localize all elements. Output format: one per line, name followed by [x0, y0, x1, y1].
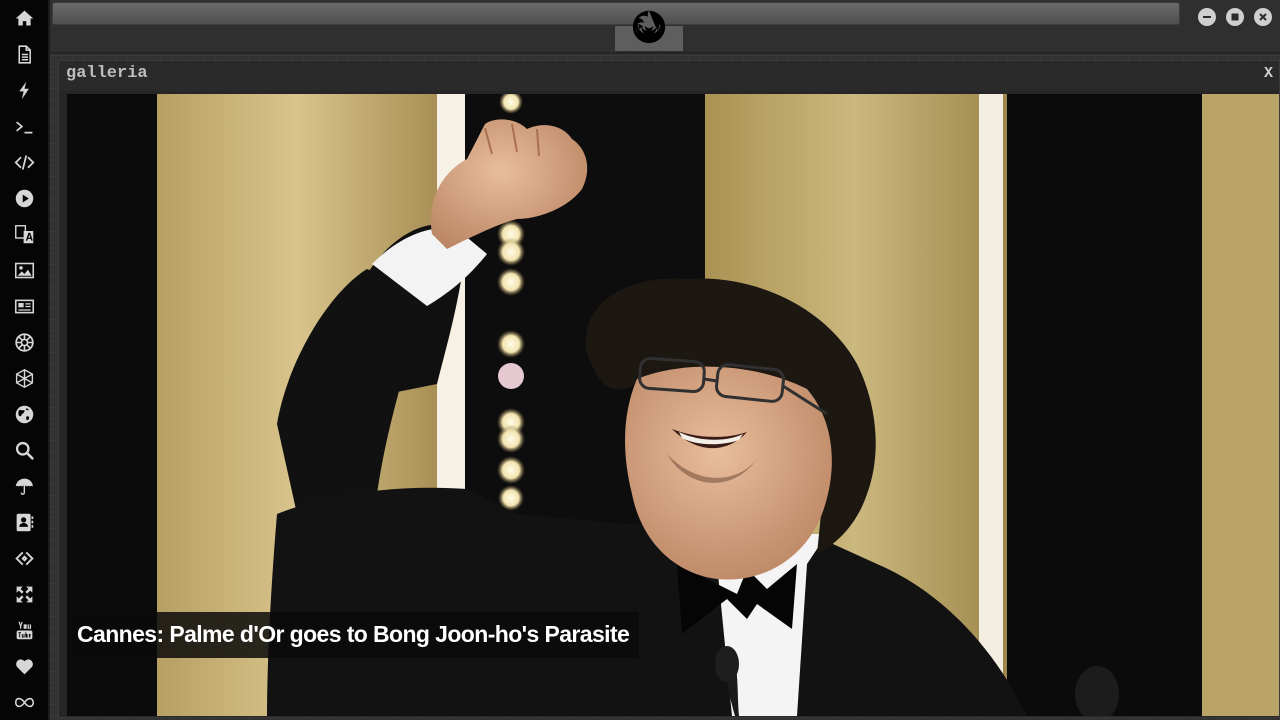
umbrella-icon — [15, 478, 33, 495]
close-button[interactable] — [1254, 8, 1272, 26]
close-icon — [1259, 13, 1267, 21]
sidebar-item-umbrella[interactable] — [0, 469, 48, 503]
infinity-icon — [14, 697, 34, 707]
document-icon — [17, 44, 31, 64]
image-icon — [14, 262, 34, 278]
translate-icon — [14, 224, 33, 243]
minimize-button[interactable] — [1198, 8, 1216, 26]
address-bar[interactable] — [52, 2, 1180, 25]
fullscreen-icon — [16, 586, 32, 602]
minimize-icon — [1203, 16, 1211, 18]
terminal-icon — [15, 120, 32, 133]
maximize-icon — [1231, 13, 1239, 21]
sidebar-item-news[interactable] — [0, 289, 48, 323]
sidebar-item-network[interactable] — [0, 361, 48, 395]
code-diamond-icon — [14, 551, 34, 565]
sidebar-item-search[interactable] — [0, 433, 48, 467]
sidebar-item-lightning[interactable] — [0, 73, 48, 107]
gallery-header: galleria X — [59, 61, 1279, 91]
youtube-icon — [16, 621, 32, 639]
search-icon — [15, 441, 34, 460]
sidebar-item-code-diamond[interactable] — [0, 541, 48, 575]
sidebar — [0, 0, 50, 720]
heart-icon — [15, 658, 33, 674]
sidebar-item-heart[interactable] — [0, 649, 48, 683]
sidebar-item-document[interactable] — [0, 37, 48, 71]
gallery-title: galleria — [66, 64, 148, 83]
sidebar-item-youtube[interactable] — [0, 613, 48, 647]
contacts-icon — [16, 513, 33, 531]
sidebar-item-play[interactable] — [0, 181, 48, 215]
top-bar — [50, 0, 1280, 54]
gallery-close-button[interactable]: X — [1264, 65, 1273, 82]
code-icon — [14, 154, 34, 170]
sidebar-item-image[interactable] — [0, 253, 48, 287]
hexagon-network-icon — [15, 368, 33, 388]
sidebar-item-infinity[interactable] — [0, 685, 48, 719]
sidebar-item-contacts[interactable] — [0, 505, 48, 539]
sidebar-item-globe[interactable] — [0, 397, 48, 431]
play-icon — [15, 189, 33, 207]
sidebar-item-code[interactable] — [0, 145, 48, 179]
sidebar-item-translate[interactable] — [0, 217, 48, 251]
newspaper-icon — [14, 299, 34, 313]
photo-caption: Cannes: Palme d'Or goes to Bong Joon-ho'… — [69, 612, 640, 658]
globe-icon — [15, 405, 33, 423]
rebel-alliance-icon[interactable] — [630, 7, 668, 45]
sidebar-item-terminal[interactable] — [0, 109, 48, 143]
gallery-window: galleria X Cannes: Palme d'Or goes to Bo… — [58, 60, 1280, 718]
sidebar-item-empire[interactable] — [0, 325, 48, 359]
lightning-icon — [18, 81, 29, 99]
sidebar-item-home[interactable] — [0, 1, 48, 35]
sidebar-item-fullscreen[interactable] — [0, 577, 48, 611]
gallery-photo[interactable]: Cannes: Palme d'Or goes to Bong Joon-ho'… — [67, 94, 1279, 716]
galactic-empire-icon — [14, 332, 34, 352]
maximize-button[interactable] — [1226, 8, 1244, 26]
home-icon — [15, 10, 33, 25]
